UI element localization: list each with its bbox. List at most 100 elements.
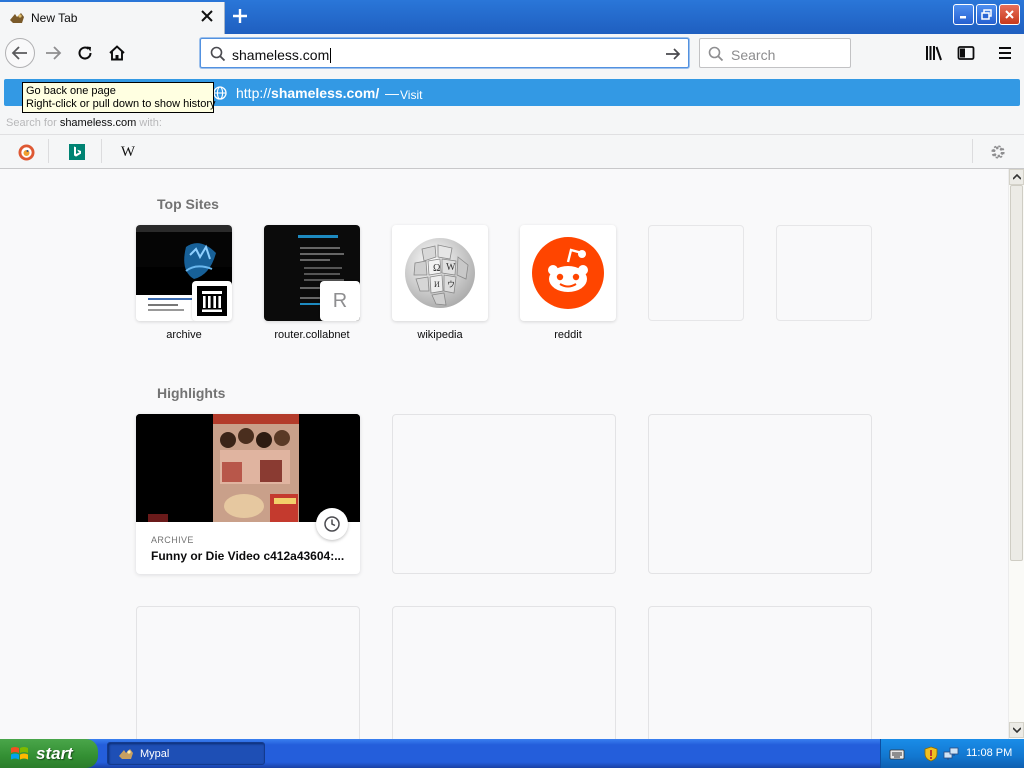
home-button[interactable]	[107, 43, 127, 63]
url-bar[interactable]: shameless.com	[200, 38, 689, 68]
clock-icon	[316, 508, 348, 540]
search-input-placeholder: Search	[731, 47, 776, 63]
go-arrow-icon[interactable]	[664, 45, 682, 63]
top-site-wikipedia[interactable]: Ω W И ウ wikipedia	[392, 225, 488, 341]
taskbar-item-label: Mypal	[140, 747, 170, 760]
taskbar-item-mypal[interactable]: Mypal	[107, 742, 265, 765]
forward-button[interactable]	[43, 43, 63, 63]
highlight-placeholder	[648, 414, 872, 574]
close-tab-icon[interactable]	[200, 9, 214, 23]
new-tab-page: Top Sites archive R router.collabnet Ω W…	[0, 169, 1008, 739]
tab-new-tab[interactable]: New Tab	[0, 2, 225, 34]
search-icon	[708, 46, 724, 62]
scroll-up-button[interactable]	[1009, 169, 1024, 185]
reddit-icon	[532, 237, 604, 309]
window-controls	[953, 4, 1020, 25]
search-bar[interactable]: Search	[699, 38, 851, 68]
start-button[interactable]: start	[0, 739, 98, 768]
library-button[interactable]	[924, 44, 944, 62]
keyboard-icon[interactable]	[889, 746, 905, 762]
bing-icon	[69, 144, 85, 160]
svg-text:W: W	[446, 262, 456, 273]
search-settings-gear-icon[interactable]	[989, 143, 1007, 161]
sidebar-button[interactable]	[956, 44, 976, 62]
mypal-app-icon	[119, 748, 133, 759]
duckduckgo-icon	[18, 144, 34, 160]
svg-text:И: И	[434, 280, 440, 289]
top-site-empty[interactable]	[776, 225, 872, 321]
back-arrow-icon	[11, 46, 27, 60]
back-button[interactable]	[5, 38, 35, 68]
search-for-term: shameless.com	[59, 117, 137, 129]
windows-taskbar: start Mypal 11:08 PM	[0, 739, 1024, 768]
plus-icon	[233, 9, 247, 23]
navigation-toolbar: shameless.com Search	[0, 34, 1024, 72]
vertical-scrollbar[interactable]	[1008, 169, 1024, 739]
minimize-icon	[960, 16, 966, 19]
hamburger-menu-icon	[999, 47, 1011, 59]
scroll-down-button[interactable]	[1009, 722, 1024, 738]
url-input-value: shameless.com	[232, 47, 330, 63]
highlight-thumbnail	[136, 414, 360, 522]
minimize-button[interactable]	[953, 4, 974, 25]
engine-divider	[48, 139, 49, 163]
highlight-placeholder	[648, 606, 872, 739]
text-caret	[330, 48, 332, 63]
suggestion-url: http://shameless.com/	[236, 85, 379, 101]
highlight-card[interactable]: ARCHIVE Funny or Die Video c412a43604:..…	[136, 414, 360, 574]
home-icon	[109, 45, 125, 61]
top-site-thumbnail	[520, 225, 616, 321]
wikipedia-engine-button[interactable]: W	[119, 143, 137, 161]
top-site-placeholder	[648, 225, 744, 321]
suggestion-url-prefix: http://	[236, 85, 272, 101]
windows-logo-icon	[11, 746, 28, 759]
top-site-label: wikipedia	[417, 329, 463, 341]
highlight-placeholder	[392, 414, 616, 574]
duckduckgo-engine-button[interactable]	[17, 143, 35, 161]
forward-arrow-icon	[46, 46, 62, 60]
url-input[interactable]: shameless.com	[232, 47, 332, 63]
svg-text:ウ: ウ	[447, 280, 455, 289]
top-site-router-collabnet[interactable]: R router.collabnet	[264, 225, 360, 341]
suggestion-url-domain: shameless.com/	[271, 85, 380, 101]
restore-icon	[981, 9, 992, 20]
top-site-reddit[interactable]: reddit	[520, 225, 616, 341]
chevron-up-icon	[1012, 174, 1021, 180]
reload-button[interactable]	[75, 43, 95, 63]
library-icon	[926, 46, 942, 61]
browser-window: { "tab": { "title": "New Tab" }, "navbar…	[0, 0, 1024, 768]
top-site-label: archive	[166, 329, 202, 341]
security-shield-icon[interactable]	[923, 746, 939, 762]
close-icon	[1005, 10, 1014, 19]
engine-divider	[101, 139, 102, 163]
restore-button[interactable]	[976, 4, 997, 25]
scroll-thumb[interactable]	[1010, 185, 1023, 561]
highlight-placeholder	[392, 606, 616, 739]
top-site-empty[interactable]	[648, 225, 744, 321]
top-site-placeholder	[776, 225, 872, 321]
top-site-thumbnail: R	[264, 225, 360, 321]
tooltip-line-1: Go back one page	[26, 85, 116, 97]
highlight-image	[136, 414, 360, 522]
reload-icon	[78, 46, 92, 60]
tab-title: New Tab	[31, 11, 78, 25]
network-icon[interactable]	[943, 746, 959, 762]
bing-engine-button[interactable]	[68, 143, 86, 161]
new-tab-button[interactable]	[229, 5, 251, 27]
close-window-button[interactable]	[999, 4, 1020, 25]
highlight-context: ARCHIVE	[151, 535, 194, 545]
top-site-archive[interactable]: archive	[136, 225, 232, 341]
start-label: start	[36, 743, 73, 763]
router-badge: R	[320, 281, 360, 321]
system-tray: 11:08 PM	[880, 739, 1024, 768]
top-site-thumbnail: Ω W И ウ	[392, 225, 488, 321]
search-icon	[210, 46, 226, 62]
menu-button[interactable]	[995, 44, 1015, 62]
archive-badge	[192, 281, 232, 321]
top-site-thumbnail	[136, 225, 232, 321]
clock-glyph	[324, 516, 340, 532]
search-for-label: Search for shameless.com with:	[6, 117, 162, 129]
highlights-heading: Highlights	[157, 385, 226, 401]
sidebar-icon	[957, 46, 975, 60]
one-off-search-engines: W	[0, 134, 1024, 167]
